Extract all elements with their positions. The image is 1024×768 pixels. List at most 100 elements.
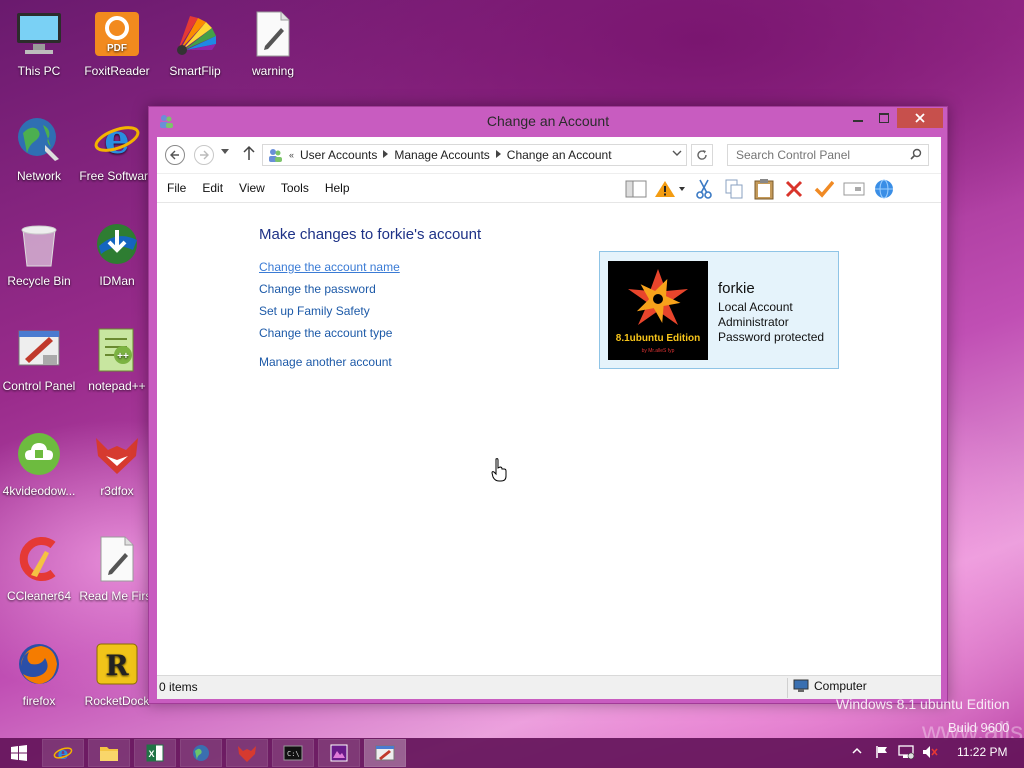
taskbar-command-prompt[interactable]: C:\ xyxy=(272,739,314,767)
taskbar-clock[interactable]: 11:22 PM xyxy=(957,745,1007,759)
layout-pane-button[interactable] xyxy=(621,177,651,201)
taskbar-image-app[interactable] xyxy=(318,739,360,767)
desktop-icon-warning[interactable]: warning xyxy=(234,2,312,90)
desktop-icon-smartflip[interactable]: SmartFlip xyxy=(156,2,234,90)
desktop-icon-recycle-bin[interactable]: Recycle Bin xyxy=(0,212,78,300)
chevron-down-icon xyxy=(221,149,229,154)
up-button[interactable] xyxy=(243,145,255,165)
back-arrow-icon xyxy=(170,150,179,160)
globe-icon xyxy=(875,179,893,199)
delete-x-icon xyxy=(785,180,803,198)
os-build-watermark: Build 9600 xyxy=(948,720,1010,735)
spreadsheet-icon: X xyxy=(146,744,164,762)
terminal-icon: C:\ xyxy=(283,745,303,761)
scissors-icon xyxy=(696,179,712,199)
rename-button[interactable] xyxy=(839,177,869,201)
menu-file[interactable]: File xyxy=(159,181,194,195)
set-up-family-safety-link[interactable]: Set up Family Safety xyxy=(259,303,400,325)
control-panel-icon xyxy=(375,745,395,761)
tray-show-hidden-icons[interactable] xyxy=(852,745,862,758)
tray-action-center[interactable] xyxy=(875,745,889,762)
menu-view[interactable]: View xyxy=(231,181,273,195)
address-history-dropdown[interactable] xyxy=(672,149,682,159)
desktop-icon-label: Free Software xyxy=(79,169,155,183)
desktop-icon-label: SmartFlip xyxy=(169,64,221,78)
change-account-type-link[interactable]: Change the account type xyxy=(259,325,400,347)
desktop-icon-r3dfox[interactable]: r3dfox xyxy=(78,422,156,510)
tray-network[interactable] xyxy=(898,745,915,762)
desktop-icon-free-software[interactable]: e Free Software xyxy=(78,107,156,195)
search-box[interactable] xyxy=(727,144,929,166)
internet-explorer-icon: e xyxy=(53,744,73,763)
fox-head-icon xyxy=(91,428,143,480)
desktop-icon-network[interactable]: Network xyxy=(0,107,78,195)
copy-button[interactable] xyxy=(719,177,749,201)
manage-another-account-link[interactable]: Manage another account xyxy=(259,354,400,376)
forward-button[interactable] xyxy=(194,145,214,165)
action-center-button[interactable] xyxy=(651,177,689,201)
globe-icon xyxy=(193,745,209,761)
text-file-icon xyxy=(247,8,299,60)
download-manager-icon xyxy=(91,218,143,270)
desktop-icon-foxitreader[interactable]: PDF FoxitReader xyxy=(78,2,156,90)
recent-locations-dropdown[interactable] xyxy=(221,148,229,158)
menu-edit[interactable]: Edit xyxy=(194,181,231,195)
svg-text:e: e xyxy=(58,744,69,763)
cut-button[interactable] xyxy=(689,177,719,201)
breadcrumb-change-an-account[interactable]: Change an Account xyxy=(507,148,612,162)
desktop-icon-idman[interactable]: IDMan xyxy=(78,212,156,300)
image-editor-icon xyxy=(330,744,348,762)
search-input[interactable] xyxy=(736,148,896,162)
desktop-icon-this-pc[interactable]: This PC xyxy=(0,2,78,90)
desktop-icon-firefox[interactable]: firefox xyxy=(0,632,78,720)
start-button[interactable] xyxy=(10,744,28,762)
refresh-button[interactable] xyxy=(691,144,713,166)
breadcrumb-separator-icon[interactable] xyxy=(495,150,501,160)
account-role: Administrator xyxy=(718,315,789,329)
change-password-link[interactable]: Change the password xyxy=(259,281,400,303)
desktop-icon-4kvideodownloader[interactable]: 4kvideodow... xyxy=(0,422,78,510)
address-bar[interactable]: « User Accounts Manage Accounts Change a… xyxy=(262,144,687,166)
properties-button[interactable] xyxy=(809,177,839,201)
taskbar-file-explorer[interactable] xyxy=(88,739,130,767)
taskbar-internet-explorer[interactable]: e xyxy=(42,739,84,767)
change-account-name-link[interactable]: Change the account name xyxy=(259,259,400,281)
taskbar-r3dfox[interactable] xyxy=(226,739,268,767)
desktop-icon-label: FoxitReader xyxy=(84,64,150,78)
maximize-button[interactable] xyxy=(871,108,897,128)
folder-icon xyxy=(100,747,118,761)
breadcrumb-overflow[interactable]: « xyxy=(289,150,294,160)
svg-text:X: X xyxy=(148,749,154,759)
minimize-button[interactable] xyxy=(845,108,871,128)
taskbar-app-globe[interactable] xyxy=(180,739,222,767)
paste-button[interactable] xyxy=(749,177,779,201)
desktop-icon-label: RocketDock xyxy=(84,694,150,708)
main-content: Make changes to forkie's account Change … xyxy=(157,203,941,675)
taskbar-control-panel-active[interactable] xyxy=(364,739,406,767)
desktop-icon-control-panel[interactable]: Control Panel xyxy=(0,317,78,405)
avatar-logo-text: 8.1ubuntu Edition xyxy=(616,333,700,344)
change-account-window: Change an Account « User Accounts Manage… xyxy=(148,106,948,704)
menu-help[interactable]: Help xyxy=(317,181,358,195)
rocketdock-icon: R xyxy=(91,638,143,690)
desktop-icon-notepad-plus-plus[interactable]: ++ notepad++ xyxy=(78,317,156,405)
taskbar-excel[interactable]: X xyxy=(134,739,176,767)
ccleaner-icon xyxy=(13,533,65,585)
status-divider xyxy=(787,678,788,698)
desktop-icon-ccleaner64[interactable]: CCleaner64 xyxy=(0,527,78,615)
breadcrumb-user-accounts[interactable]: User Accounts xyxy=(300,148,377,162)
back-button[interactable] xyxy=(165,145,185,165)
desktop-icon-rocketdock[interactable]: R RocketDock xyxy=(78,632,156,720)
window-titlebar[interactable]: Change an Account xyxy=(149,107,947,135)
breadcrumb-separator-icon[interactable] xyxy=(383,150,389,160)
web-button[interactable] xyxy=(869,177,899,201)
up-arrow-icon xyxy=(243,145,255,160)
search-icon[interactable] xyxy=(910,148,922,163)
tray-volume-muted[interactable] xyxy=(922,745,938,762)
breadcrumb-manage-accounts[interactable]: Manage Accounts xyxy=(394,148,489,162)
desktop-icon-label: CCleaner64 xyxy=(6,589,72,603)
close-button[interactable] xyxy=(897,108,943,128)
delete-button[interactable] xyxy=(779,177,809,201)
desktop-icon-read-me-first[interactable]: Read Me First xyxy=(78,527,156,615)
menu-tools[interactable]: Tools xyxy=(273,181,317,195)
